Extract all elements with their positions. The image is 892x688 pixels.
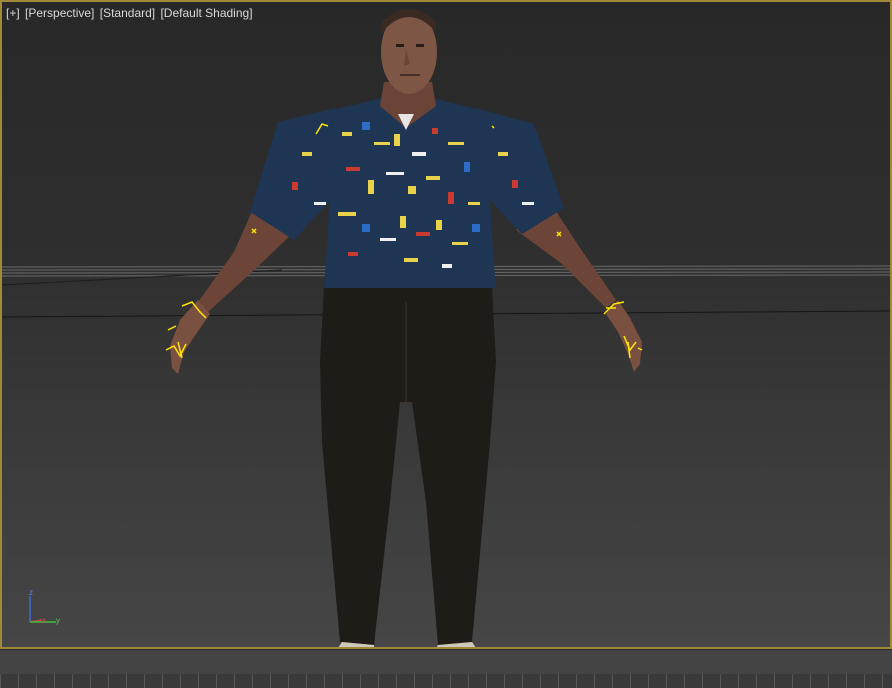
axis-x-label: x	[42, 616, 46, 625]
viewport-plus-menu[interactable]: [+]	[6, 6, 20, 20]
viewport-scene[interactable]	[2, 2, 890, 647]
axis-gizmo-icon: z x y	[20, 588, 70, 632]
time-slider-area[interactable]	[0, 649, 892, 688]
axis-y-label: y	[56, 616, 60, 625]
viewport-standard-menu[interactable]: [Standard]	[100, 6, 155, 20]
viewport-label-menu[interactable]: [+] [Perspective] [Standard] [Default Sh…	[6, 6, 255, 20]
viewport-view-menu[interactable]: [Perspective]	[25, 6, 94, 20]
bone-marker-icon	[167, 325, 177, 331]
track-bar-ruler[interactable]	[0, 674, 892, 688]
perspective-viewport[interactable]: [+] [Perspective] [Standard] [Default Sh…	[0, 0, 892, 649]
viewport-shading-menu[interactable]: [Default Shading]	[160, 6, 252, 20]
character-model[interactable]	[170, 9, 642, 647]
axis-z-label: z	[29, 588, 33, 597]
